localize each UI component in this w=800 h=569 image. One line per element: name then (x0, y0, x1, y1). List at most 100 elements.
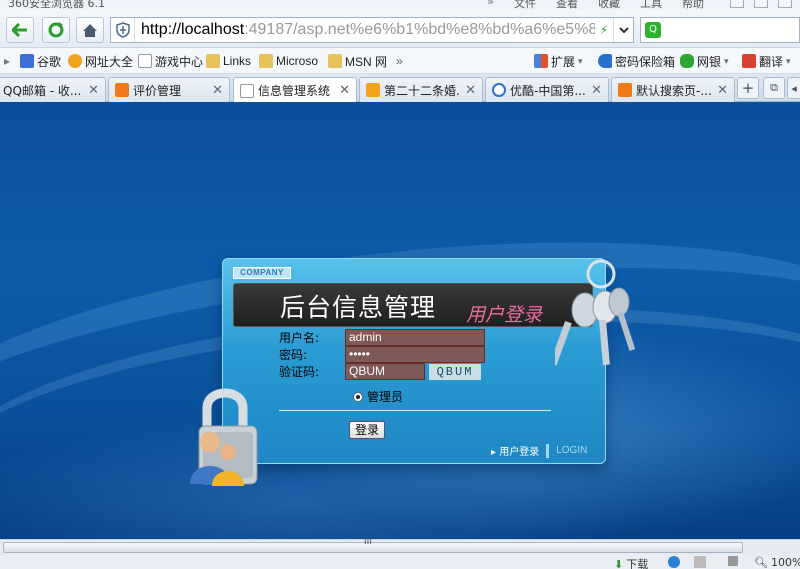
back-arrow-icon (12, 23, 27, 37)
site-directory-icon (68, 54, 82, 68)
fav-msn[interactable]: MSN 网 (328, 52, 387, 70)
status-bar: ⬇ 下载 🔍︎ 100% (0, 555, 800, 569)
site-logo-icon (366, 83, 380, 97)
google-icon (20, 54, 34, 68)
username-row: 用户名: admin (279, 329, 485, 346)
captcha-image[interactable]: QBUM (429, 363, 481, 380)
favorites-overflow-button[interactable]: » (396, 52, 403, 70)
folder-icon (328, 54, 342, 68)
tab-qq-mail[interactable]: QQ邮箱 - 收... ✕ (0, 77, 106, 102)
arrow-left-icon: ◂ (791, 81, 797, 95)
home-icon (83, 23, 97, 37)
login-footer: ▸ 用户登录 LOGIN (491, 443, 587, 458)
close-tab-icon[interactable]: ✕ (212, 83, 223, 98)
login-subtitle: 用户登录 (466, 304, 543, 326)
tab-scroll-button[interactable]: ◂ (787, 77, 800, 99)
close-tab-icon[interactable]: ✕ (717, 83, 728, 98)
password-input[interactable]: ••••• (345, 346, 485, 363)
captcha-input[interactable]: QBUM (345, 363, 425, 380)
address-bar[interactable]: http://localhost:49187/asp.net%e6%b1%bd%… (110, 17, 634, 43)
footer-login-link[interactable]: ▸ 用户登录 (491, 443, 539, 458)
menu-favorites[interactable]: 收藏 (598, 0, 620, 10)
search-engine-icon[interactable]: Q (645, 22, 661, 38)
page-viewport: COMPANY 后台信息管理 用户登录 用户名: admin 密码: •••••… (0, 102, 800, 539)
password-row: 密码: ••••• (279, 346, 485, 363)
tab-default-search[interactable]: 默认搜索页-... ✕ (611, 77, 735, 102)
status-page-icon[interactable] (694, 556, 706, 568)
zoom-control[interactable]: 🔍︎ 100% (754, 556, 800, 569)
key-icon (598, 54, 612, 68)
fav-game-center[interactable]: 游戏中心 (138, 52, 203, 70)
refresh-icon (48, 22, 64, 38)
taobao-icon (115, 83, 129, 97)
menu-help[interactable]: 帮助 (682, 0, 704, 10)
captcha-row: 验证码: QBUM QBUM (279, 363, 481, 380)
tab-youku[interactable]: 优酷-中国第... ✕ (485, 77, 609, 102)
tab-review-management[interactable]: 评价管理 ✕ (108, 77, 230, 102)
login-panel: COMPANY 后台信息管理 用户登录 用户名: admin 密码: •••••… (222, 258, 606, 464)
fav-site-directory[interactable]: 网址大全 (68, 52, 133, 70)
tab-bar: QQ邮箱 - 收... ✕ 评价管理 ✕ 信息管理系统 ✕ 第二十二条婚... ✕ 优酷… (0, 74, 800, 103)
download-button[interactable]: ⬇ 下载 (614, 556, 648, 569)
favorites-menu-arrow-icon[interactable]: ▸ (4, 52, 10, 70)
fav-microsoft[interactable]: Microso (259, 52, 318, 70)
page-icon (240, 83, 254, 98)
captcha-label: 验证码: (279, 365, 320, 379)
close-tab-icon[interactable]: ✕ (465, 83, 476, 98)
scrollbar-thumb[interactable] (3, 542, 743, 553)
maximize-button[interactable] (754, 0, 768, 8)
system-title: 后台信息管理 (280, 293, 437, 322)
ie-mode-icon[interactable] (668, 556, 680, 568)
fav-google[interactable]: 谷歌 (20, 52, 61, 70)
chevron-down-icon (618, 26, 629, 33)
username-label: 用户名: (279, 331, 320, 345)
youku-play-icon (492, 83, 506, 97)
divider (279, 410, 551, 411)
login-button[interactable]: 登录 (349, 421, 385, 439)
password-label: 密码: (279, 348, 308, 362)
security-shield-icon[interactable] (111, 18, 135, 42)
folder-icon (259, 54, 273, 68)
home-button[interactable] (76, 17, 104, 43)
username-input[interactable]: admin (345, 329, 485, 346)
url-host: http://localhost (141, 21, 245, 38)
minimize-button[interactable] (730, 0, 744, 8)
menu-overflow-icon[interactable]: » (487, 0, 494, 10)
refresh-button[interactable] (42, 17, 70, 43)
speed-mode-icon[interactable]: ⚡ (595, 23, 613, 37)
close-tab-icon[interactable]: ✕ (591, 83, 602, 98)
fav-links[interactable]: Links (206, 52, 251, 70)
window-title: 360安全浏览器 6.1 (8, 0, 105, 10)
tab-list-button[interactable]: ⧉ (763, 77, 785, 99)
tab-marriage-law[interactable]: 第二十二条婚... ✕ (359, 77, 483, 102)
menu-file[interactable]: 文件 (514, 0, 536, 10)
footer-separator (546, 443, 550, 458)
translate-button[interactable]: 翻译 ▾ (742, 52, 791, 70)
search-input[interactable]: Q (640, 17, 800, 43)
address-dropdown-button[interactable] (613, 18, 633, 42)
users-icon (190, 432, 244, 486)
favorites-bar: ▸ 谷歌 网址大全 游戏中心 Links Microso MSN 网 » 扩展 ▾… (0, 48, 800, 74)
speaker-icon[interactable] (728, 556, 738, 566)
translate-icon (742, 54, 756, 68)
navigation-bar: http://localhost:49187/asp.net%e6%b1%bd%… (0, 10, 800, 48)
role-label: 管理员 (367, 390, 404, 404)
close-tab-icon[interactable]: ✕ (339, 83, 350, 98)
tab-info-management[interactable]: 信息管理系统 ✕ (233, 77, 357, 103)
close-tab-icon[interactable]: ✕ (88, 83, 99, 98)
close-window-button[interactable] (778, 0, 792, 8)
password-vault-button[interactable]: 密码保险箱 (598, 52, 675, 70)
login-banner: 后台信息管理 用户登录 (233, 283, 593, 327)
tab-list-icon: ⧉ (770, 81, 778, 94)
role-option-admin[interactable]: 管理员 (353, 388, 403, 405)
new-tab-button[interactable]: + (737, 77, 759, 99)
radio-button[interactable] (353, 391, 363, 402)
horizontal-scrollbar[interactable]: III (0, 537, 800, 555)
online-banking-button[interactable]: 网银 ▾ (680, 52, 729, 70)
menu-tools[interactable]: 工具 (640, 0, 662, 10)
menu-view[interactable]: 查看 (556, 0, 578, 10)
url-path: :49187/asp.net%e6%b1%bd%e8%bd%a6%e5%87%b (244, 21, 595, 38)
extensions-button[interactable]: 扩展 ▾ (534, 52, 583, 70)
back-button[interactable] (6, 17, 34, 43)
url-text[interactable]: http://localhost:49187/asp.net%e6%b1%bd%… (135, 21, 595, 39)
